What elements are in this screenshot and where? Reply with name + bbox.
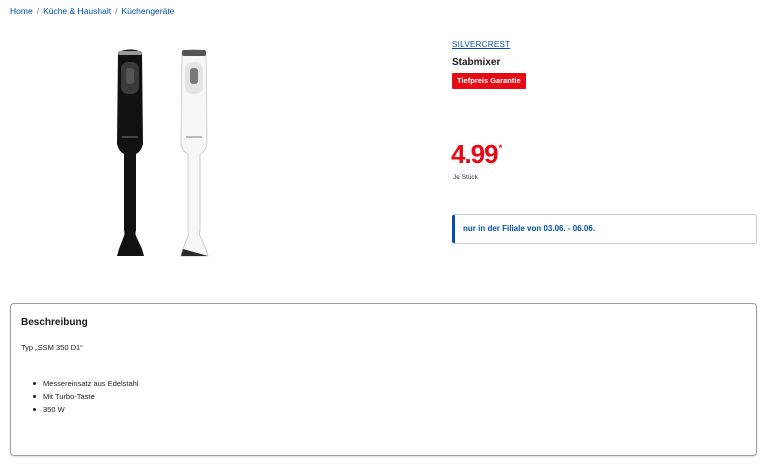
- brand-link[interactable]: SILVERCREST: [452, 40, 510, 49]
- hand-blender-illustration: [117, 49, 209, 257]
- description-type-line: Typ „SSM 350 D1“: [21, 343, 83, 352]
- breadcrumb-separator: /: [115, 6, 118, 16]
- white-blender: [180, 49, 209, 257]
- description-panel: Beschreibung Typ „SSM 350 D1“ Messereins…: [10, 303, 757, 456]
- breadcrumb-home-link[interactable]: Home: [10, 6, 33, 16]
- availability-box: nur in der Filiale von 03.06. - 06.06.: [452, 214, 757, 244]
- breadcrumb-appliances-link[interactable]: Küchengeräte: [121, 6, 174, 16]
- price-footnote-star: *: [498, 143, 502, 153]
- list-item: Mit Turbo-Taste: [33, 390, 138, 403]
- description-heading: Beschreibung: [21, 317, 88, 328]
- availability-accent-bar: [452, 215, 455, 243]
- feature-list: Messereinsatz aus Edelstahl Mit Turbo-Ta…: [33, 377, 138, 416]
- black-blender: [117, 49, 144, 256]
- price-value: 4.99: [451, 139, 499, 169]
- list-item: 350 W: [33, 403, 138, 416]
- price-unit: Je Stück: [453, 174, 478, 181]
- availability-text: nur in der Filiale von 03.06. - 06.06.: [463, 224, 596, 233]
- product-price: 4.99*: [451, 139, 502, 175]
- breadcrumb: Home / Küche & Haushalt / Küchengeräte: [10, 6, 174, 16]
- breadcrumb-kitchen-link[interactable]: Küche & Haushalt: [43, 6, 111, 16]
- product-image[interactable]: [100, 44, 230, 262]
- breadcrumb-separator: /: [36, 6, 40, 16]
- product-title: Stabmixer: [452, 57, 501, 68]
- price-guarantee-badge: Tiefpreis Garantie: [452, 73, 526, 89]
- list-item: Messereinsatz aus Edelstahl: [33, 377, 138, 390]
